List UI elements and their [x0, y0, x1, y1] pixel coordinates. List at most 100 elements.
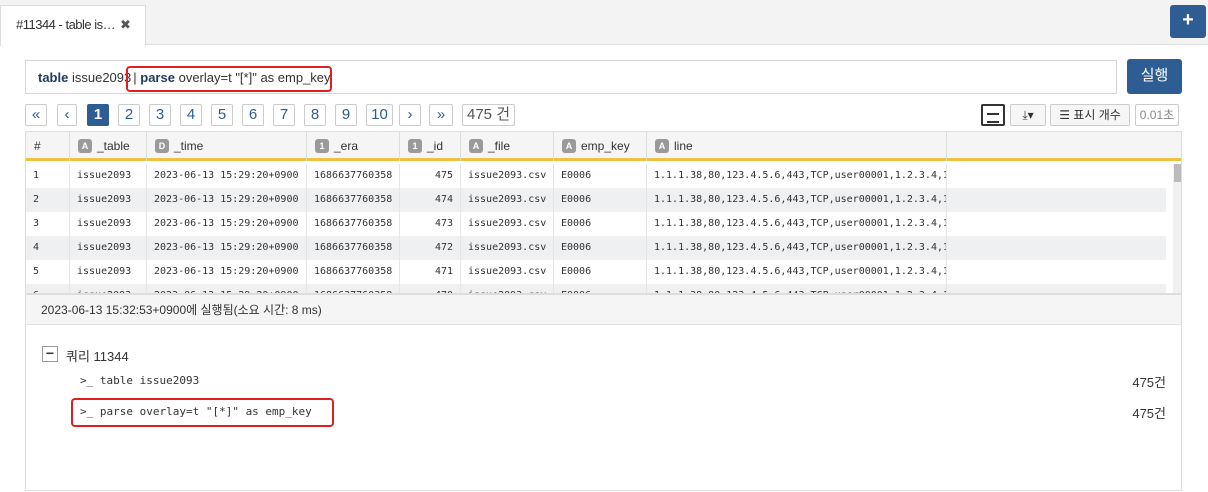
tab-label: #11344 - table is… — [16, 17, 116, 32]
collapse-toggle[interactable]: − — [42, 346, 58, 362]
download-button[interactable]: ⤓▾ — [1010, 104, 1046, 126]
query-tab[interactable]: #11344 - table is… ✖ — [0, 5, 146, 46]
query-arg-table: issue2093 — [71, 70, 132, 85]
cell-index: 6 — [26, 284, 70, 293]
cell-index: 3 — [26, 212, 70, 236]
query-keyword-table: table — [38, 70, 69, 85]
cell-table: issue2093 — [70, 164, 147, 188]
string-type-icon: A — [655, 138, 669, 153]
col-label: _file — [488, 139, 511, 153]
run-button[interactable]: 실행 — [1127, 59, 1182, 94]
col-line-header[interactable]: Aline — [647, 132, 947, 161]
vertical-scrollbar[interactable] — [1173, 164, 1181, 293]
cell-table: issue2093 — [70, 284, 147, 293]
col-label: # — [34, 139, 41, 153]
cell-index: 2 — [26, 188, 70, 212]
table-row[interactable]: 2 issue2093 2023-06-13 15:29:20+0900 168663… — [26, 188, 1166, 212]
cell-emp-key: E0006 — [554, 212, 647, 236]
cell-file: issue2093.csv — [461, 164, 554, 188]
col-index-header[interactable]: # — [26, 132, 70, 161]
page-8-button[interactable]: 8 — [304, 104, 326, 126]
cell-table: issue2093 — [70, 212, 147, 236]
cell-time: 2023-06-13 15:29:20+0900 — [147, 188, 307, 212]
page-2-button[interactable]: 2 — [118, 104, 140, 126]
grid-header: # A _table D _time 1 _era 1 _id A _file Aemp_… — [26, 132, 1181, 161]
display-count-button[interactable]: ☰ 표시 개수 — [1050, 104, 1130, 126]
col-label: _table — [97, 139, 130, 153]
command-table-count: 475건 — [1132, 375, 1166, 390]
list-view-icon — [987, 113, 999, 123]
table-row[interactable]: 4 issue2093 2023-06-13 15:29:20+0900 168663… — [26, 236, 1166, 260]
add-tab-button[interactable]: + — [1170, 5, 1206, 38]
number-type-icon: 1 — [408, 138, 422, 153]
cell-id: 472 — [400, 236, 461, 260]
table-row[interactable]: 6issue20932023-06-13 15:29:20+0900168663… — [26, 284, 1166, 293]
cell-emp-key: E0006 — [554, 284, 647, 293]
cell-table: issue2093 — [70, 236, 147, 260]
col-era-header[interactable]: 1 _era — [307, 132, 400, 161]
page-3-button[interactable]: 3 — [149, 104, 171, 126]
cell-time: 2023-06-13 15:29:20+0900 — [147, 260, 307, 284]
query-input[interactable]: table issue2093 | parse overlay=t "[*]" a… — [25, 60, 1117, 94]
last-page-button[interactable]: » — [429, 104, 453, 126]
col-label: _era — [334, 139, 359, 153]
date-type-icon: D — [155, 138, 169, 153]
col-label: line — [674, 139, 693, 153]
string-type-icon: A — [469, 138, 483, 153]
cell-time: 2023-06-13 15:29:20+0900 — [147, 212, 307, 236]
highlight-box — [126, 66, 332, 92]
cell-line: 1.1.1.38,80,123.4.5.6,443,TCP,user00001,… — [647, 212, 947, 236]
col-label: emp_key — [581, 139, 630, 153]
cell-id: 474 — [400, 188, 461, 212]
view-toggle-button[interactable] — [981, 104, 1005, 126]
table-row[interactable]: 1 issue2093 2023-06-13 15:29:20+0900 168663… — [26, 164, 1166, 188]
cell-emp-key: E0006 — [554, 188, 647, 212]
col-time-header[interactable]: D _time — [147, 132, 307, 161]
number-type-icon: 1 — [315, 138, 329, 153]
cell-index: 5 — [26, 260, 70, 284]
page-9-button[interactable]: 9 — [335, 104, 357, 126]
query-info-panel: 2023-06-13 15:32:53+0900에 실행됨(소요 시간: 8 m… — [25, 294, 1182, 491]
cell-line: 1.1.1.38,80,123.4.5.6,443,TCP,user00001,… — [647, 260, 947, 284]
next-page-button[interactable]: › — [399, 104, 421, 126]
total-count: 475 건 — [462, 104, 515, 126]
cell-line: 1.1.1.38,80,123.4.5.6,443,TCP,user00001,… — [647, 188, 947, 212]
page-4-button[interactable]: 4 — [180, 104, 202, 126]
cell-id: 475 — [400, 164, 461, 188]
cell-era: 1686637760358 — [307, 164, 400, 188]
result-grid: # A _table D _time 1 _era 1 _id A _file Aemp_… — [25, 131, 1182, 294]
cell-id: 470 — [400, 284, 461, 293]
cell-emp-key: E0006 — [554, 236, 647, 260]
page-6-button[interactable]: 6 — [242, 104, 264, 126]
command-table[interactable]: >_ table issue2093 — [80, 374, 199, 387]
command-parse-count: 475건 — [1132, 406, 1166, 421]
cell-emp-key: E0006 — [554, 260, 647, 284]
table-row[interactable]: 3 issue2093 2023-06-13 15:29:20+0900 168663… — [26, 212, 1166, 236]
cell-file: issue2093.csv — [461, 188, 554, 212]
table-row[interactable]: 5 issue2093 2023-06-13 15:29:20+0900 168663… — [26, 260, 1166, 284]
page-1-button[interactable]: 1 — [87, 104, 109, 126]
page-5-button[interactable]: 5 — [211, 104, 233, 126]
string-type-icon: A — [78, 138, 92, 153]
exec-status: 2023-06-13 15:32:53+0900에 실행됨(소요 시간: 8 m… — [26, 295, 1181, 325]
col-table-header[interactable]: A _table — [70, 132, 147, 161]
list-icon: ☰ — [1059, 108, 1070, 122]
col-emp-key-header[interactable]: Aemp_key — [554, 132, 647, 161]
string-type-icon: A — [562, 138, 576, 153]
close-icon[interactable]: ✖ — [120, 17, 131, 33]
page-10-button[interactable]: 10 — [366, 104, 393, 126]
prev-page-button[interactable]: ‹ — [57, 104, 77, 126]
cell-file: issue2093.csv — [461, 284, 554, 293]
cell-file: issue2093.csv — [461, 212, 554, 236]
scrollbar-thumb[interactable] — [1174, 164, 1181, 182]
cell-era: 1686637760358 — [307, 284, 400, 293]
col-file-header[interactable]: A _file — [461, 132, 554, 161]
col-id-header[interactable]: 1 _id — [400, 132, 461, 161]
query-title: 쿼리 11344 — [66, 349, 129, 364]
col-label: _time — [174, 139, 204, 153]
cell-time: 2023-06-13 15:29:20+0900 — [147, 284, 307, 293]
highlight-box — [71, 398, 334, 427]
cell-id: 471 — [400, 260, 461, 284]
page-7-button[interactable]: 7 — [273, 104, 295, 126]
first-page-button[interactable]: « — [25, 104, 47, 126]
